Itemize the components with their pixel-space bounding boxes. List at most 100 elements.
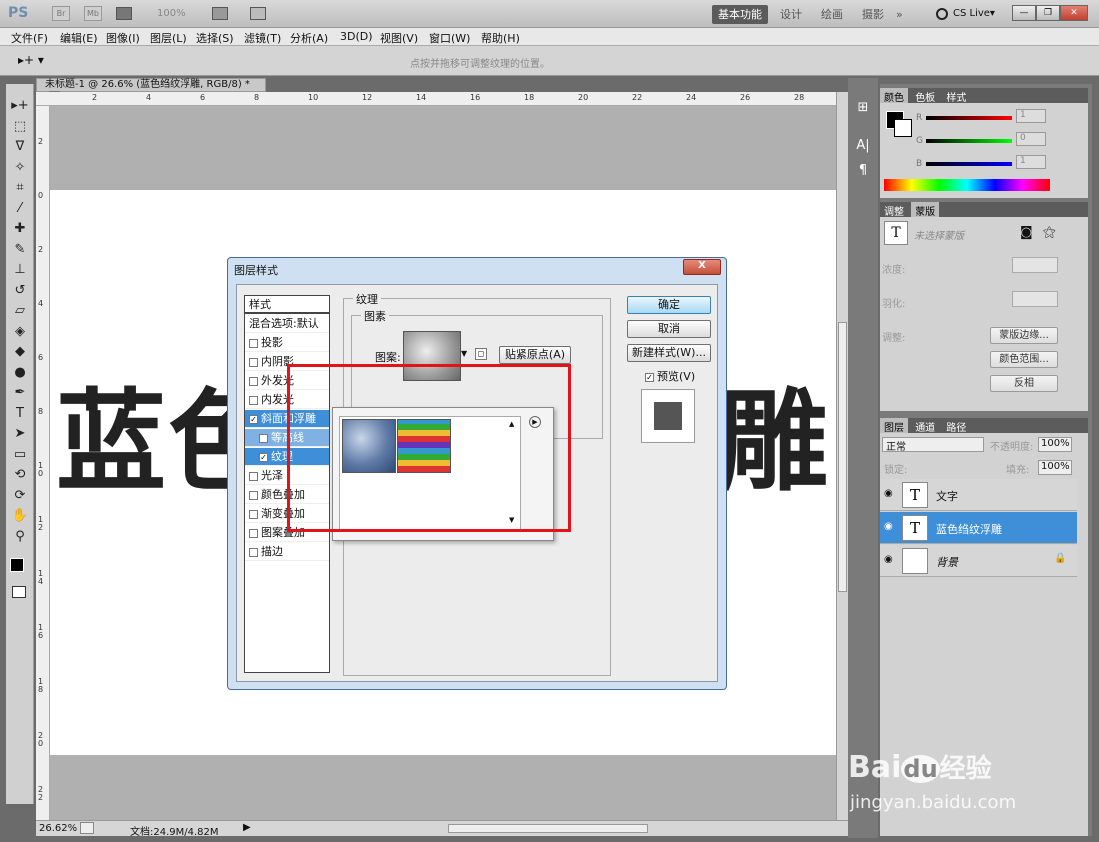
dialog-close-button[interactable]: X xyxy=(683,259,721,275)
document-tab[interactable]: 未标题-1 @ 26.6% (蓝色绉纹浮雕, RGB/8) * ✕ xyxy=(36,78,266,102)
cs-live-menu[interactable]: CS Live▾ xyxy=(953,8,995,19)
marquee-tool-icon[interactable]: ⬚ xyxy=(9,117,31,137)
arrange-documents-icon[interactable] xyxy=(212,7,228,20)
visibility-eye-icon[interactable]: ◉ xyxy=(884,521,893,532)
screen-mode-icon[interactable] xyxy=(250,7,266,20)
blur-tool-icon[interactable]: ◆ xyxy=(9,342,31,362)
workspace-more[interactable]: » xyxy=(890,5,909,24)
style-checkbox[interactable] xyxy=(249,376,258,386)
paint-bucket-tool-icon[interactable]: ◈ xyxy=(9,322,31,342)
dodge-tool-icon[interactable]: ● xyxy=(9,363,31,383)
workspace-photography[interactable]: 摄影 xyxy=(856,5,890,24)
style-checkbox[interactable]: ✓ xyxy=(249,414,258,424)
layer-row-selected[interactable]: ◉ T 蓝色绉纹浮雕 xyxy=(880,512,1077,544)
menu-item[interactable]: 分析(A) xyxy=(290,30,328,46)
menu-item[interactable]: 窗口(W) xyxy=(429,30,470,46)
style-checkbox[interactable] xyxy=(249,395,258,405)
history-brush-tool-icon[interactable]: ↺ xyxy=(9,281,31,301)
zoom-tool-icon[interactable]: ⚲ xyxy=(9,527,31,547)
eyedropper-tool-icon[interactable]: ⁄ xyxy=(9,199,31,219)
3d-rotate-tool-icon[interactable]: ⟲ xyxy=(9,465,31,485)
workspace-painting[interactable]: 绘画 xyxy=(815,5,849,24)
character-panel-icon[interactable]: A| xyxy=(854,138,872,156)
invert-button[interactable]: 反相 xyxy=(990,375,1058,392)
zoom-level[interactable]: 100% xyxy=(157,8,186,19)
healing-tool-icon[interactable]: ✚ xyxy=(9,219,31,239)
preview-checkbox[interactable]: ✓ 预览(V) xyxy=(645,368,695,384)
vertical-scrollbar[interactable] xyxy=(836,92,848,820)
style-item[interactable]: 混合选项:默认 xyxy=(245,315,329,333)
brush-tool-icon[interactable]: ✎ xyxy=(9,240,31,260)
blend-mode-select[interactable]: 正常 xyxy=(882,437,984,453)
status-zoom[interactable]: 26.62% xyxy=(39,823,77,834)
style-checkbox[interactable] xyxy=(249,471,258,481)
layer-row[interactable]: ◉ 背景 🔒 xyxy=(880,545,1077,577)
hand-tool-icon[interactable]: ✋ xyxy=(9,506,31,526)
menu-item[interactable]: 帮助(H) xyxy=(481,30,520,46)
style-checkbox[interactable] xyxy=(259,433,268,443)
view-extras-icon[interactable] xyxy=(116,7,132,20)
background-color-swatch[interactable] xyxy=(894,119,912,137)
mask-edge-button[interactable]: 蒙版边缘... xyxy=(990,327,1058,344)
style-checkbox[interactable] xyxy=(249,338,258,348)
style-item[interactable]: 描边 xyxy=(245,543,329,561)
style-checkbox[interactable] xyxy=(249,357,258,367)
style-checkbox[interactable] xyxy=(249,547,258,557)
feather-field[interactable] xyxy=(1012,291,1058,307)
style-item[interactable]: 投影 xyxy=(245,334,329,352)
style-checkbox[interactable] xyxy=(249,490,258,500)
bridge-button[interactable]: Br xyxy=(52,6,70,21)
clone-stamp-tool-icon[interactable]: ⊥ xyxy=(9,260,31,280)
quick-mask-icon[interactable] xyxy=(12,586,26,598)
visibility-eye-icon[interactable]: ◉ xyxy=(884,554,893,565)
red-value[interactable]: 1 xyxy=(1016,109,1046,123)
move-tool-preset-icon[interactable]: ▸+ ▾ xyxy=(18,53,44,67)
type-tool-icon[interactable]: T xyxy=(9,404,31,424)
mini-bridge-button[interactable]: Mb xyxy=(84,6,102,21)
pen-tool-icon[interactable]: ✒ xyxy=(9,383,31,403)
menu-item[interactable]: 视图(V) xyxy=(380,30,418,46)
snap-to-origin-button[interactable]: 贴紧原点(A) xyxy=(499,346,571,364)
menu-item[interactable]: 3D(D) xyxy=(340,30,373,43)
style-checkbox[interactable]: ✓ xyxy=(259,452,268,462)
blue-value[interactable]: 1 xyxy=(1016,155,1046,169)
pixel-mask-icon[interactable]: ◙ xyxy=(1020,225,1033,240)
color-range-button[interactable]: 颜色范围... xyxy=(990,351,1058,368)
menu-item[interactable]: 图层(L) xyxy=(150,30,187,46)
pattern-dropdown-icon[interactable]: ▼ xyxy=(461,349,467,358)
cancel-button[interactable]: 取消 xyxy=(627,320,711,338)
menu-item[interactable]: 文件(F) xyxy=(11,30,48,46)
history-panel-icon[interactable]: ⊞ xyxy=(854,100,872,118)
ok-button[interactable]: 确定 xyxy=(627,296,711,314)
path-select-tool-icon[interactable]: ➤ xyxy=(9,424,31,444)
red-slider[interactable] xyxy=(926,116,1012,120)
quick-select-tool-icon[interactable]: ✧ xyxy=(9,158,31,178)
fill-field[interactable]: 100% xyxy=(1038,460,1072,475)
crop-tool-icon[interactable]: ⌗ xyxy=(9,178,31,198)
new-style-button[interactable]: 新建样式(W)... xyxy=(627,344,711,362)
foreground-color-box[interactable] xyxy=(10,558,24,572)
new-preset-icon[interactable]: ◻ xyxy=(475,348,487,360)
close-window-button[interactable]: ✕ xyxy=(1060,5,1088,21)
restore-button[interactable]: ❐ xyxy=(1036,5,1060,21)
opacity-field[interactable]: 100% xyxy=(1038,437,1072,452)
workspace-design[interactable]: 设计 xyxy=(774,5,808,24)
visibility-eye-icon[interactable]: ◉ xyxy=(884,488,893,499)
menu-item[interactable]: 图像(I) xyxy=(106,30,140,46)
vector-mask-icon[interactable]: ⚝ xyxy=(1043,225,1056,240)
workspace-essentials[interactable]: 基本功能 xyxy=(712,5,768,24)
eraser-tool-icon[interactable]: ▱ xyxy=(9,301,31,321)
paragraph-panel-icon[interactable]: ¶ xyxy=(854,163,872,181)
layer-row[interactable]: ◉ T 文字 xyxy=(880,479,1077,511)
style-checkbox[interactable] xyxy=(249,509,258,519)
horizontal-scroll-thumb[interactable] xyxy=(448,824,648,833)
minimize-button[interactable]: — xyxy=(1012,5,1036,21)
menu-item[interactable]: 滤镜(T) xyxy=(244,30,281,46)
style-checkbox[interactable] xyxy=(249,528,258,538)
menu-item[interactable]: 编辑(E) xyxy=(60,30,98,46)
move-tool-icon[interactable]: ▸+ xyxy=(9,96,31,116)
cs-live-icon[interactable] xyxy=(936,8,948,20)
status-menu-arrow-icon[interactable]: ▶ xyxy=(243,822,251,833)
green-value[interactable]: 0 xyxy=(1016,132,1046,146)
color-spectrum-bar[interactable] xyxy=(884,179,1050,191)
